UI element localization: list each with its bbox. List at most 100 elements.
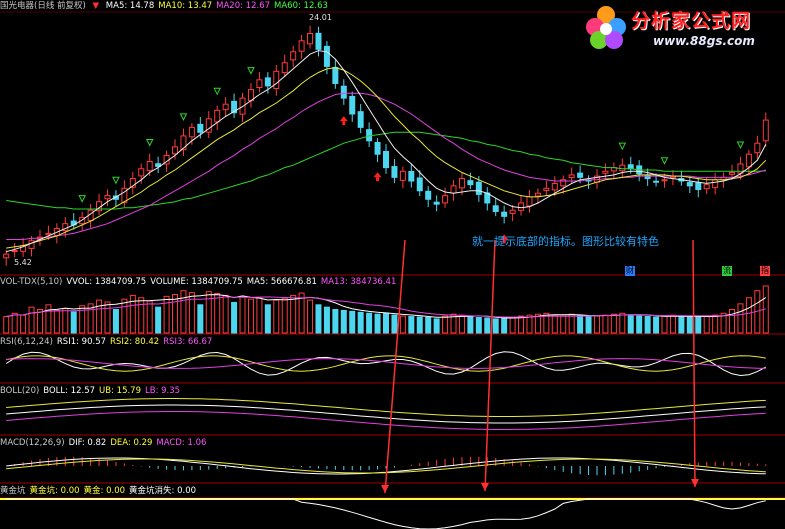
volume-bar (163, 295, 170, 334)
boll-legend-item: UB: 15.79 (99, 386, 141, 396)
volume-bar (28, 306, 35, 334)
candle-body (290, 51, 297, 61)
volume-bar (222, 294, 229, 334)
rsi-legend-item: RSI(6,12,24) (0, 337, 53, 347)
sell-arrow-stem (342, 121, 346, 126)
badge-flow-label: 流 (723, 266, 731, 275)
macd-legend-item: MACD: 1.06 (156, 438, 207, 448)
volume-bar (197, 304, 204, 334)
buy-arrow-icon (618, 142, 627, 151)
flower-logo-icon (586, 6, 626, 49)
candle-body (374, 141, 381, 155)
candle-body (383, 150, 389, 169)
candle-body (577, 172, 584, 178)
volume-bar (112, 309, 119, 334)
volume-bar (408, 316, 415, 334)
annotation-text: 就一提示底部的指标。图形比较有特色 (472, 235, 659, 248)
candle-body (551, 182, 558, 191)
volume-bar (256, 296, 263, 334)
badge-index-label: 指 (761, 266, 769, 275)
volume-bar (442, 315, 449, 334)
candle-body (695, 182, 702, 191)
volume-bar (214, 293, 221, 334)
chart-canvas[interactable] (0, 0, 785, 529)
candle-body (653, 180, 660, 183)
volume-bar (669, 314, 676, 334)
candle-body (526, 196, 533, 207)
volume-bar (518, 315, 525, 334)
volume-legend: VOL-TDX(5,10) VVOL: 1384709.75 VOLUME: 138… (0, 277, 400, 287)
volume-bar (188, 292, 195, 334)
volume-panel-header: VOL-TDX(5,10) VVOL: 1384709.75 VOLUME: 138… (0, 276, 404, 288)
buy-arrow-icon (179, 113, 188, 122)
candle-body (315, 32, 322, 50)
candle-body (188, 126, 195, 138)
candle-body (357, 111, 364, 128)
volume-bar (290, 294, 297, 334)
candle-body (686, 182, 693, 187)
boll-legend: BOLL(20) BOLL: 12.57 UB: 15.79 LB: 9.35 (0, 386, 184, 396)
chart-title: 国光电器(日线 前复权) (0, 1, 86, 11)
rsi-legend-item: RSI3: 66.67 (163, 337, 213, 347)
macd-panel-header: MACD(12,26,9) DIF: 0.82 DEA: 0.29 MACD: 1.0… (0, 437, 214, 449)
volume-bar (323, 306, 330, 334)
down-arrow-icon: ▼ (92, 1, 100, 11)
volume-bar (298, 292, 305, 334)
volume-bar (155, 306, 162, 334)
volume-legend-item: VOL-TDX(5,10) (0, 277, 63, 287)
candle-body (332, 66, 339, 84)
candle-body (138, 168, 145, 177)
volume-bar (737, 303, 744, 334)
candle-body (323, 45, 330, 67)
candle-body (340, 85, 347, 99)
candle-body (197, 123, 204, 133)
volume-bar (205, 291, 212, 334)
volume-bar (62, 308, 69, 334)
macd-legend-item: DEA: 0.29 (110, 438, 153, 448)
annotation-arrowhead (381, 485, 389, 493)
volume-legend-item: VOLUME: 1384709.75 (150, 277, 243, 287)
site-logo[interactable]: 分析家公式网 www.88gs.com (583, 4, 783, 54)
boll-lb-line (6, 411, 766, 430)
volume-bar (104, 301, 111, 334)
volume-bar (273, 299, 280, 334)
candle-body (703, 184, 710, 190)
main-panel-header: 国光电器(日线 前复权) ▼ MA5: 14.78 MA10: 13.47 MA20… (0, 0, 336, 12)
volume-bar (231, 301, 238, 334)
badge-finance[interactable]: 财 (625, 266, 635, 276)
boll-legend-item: LB: 9.35 (145, 386, 181, 396)
candle-body (349, 95, 356, 115)
volume-bar (357, 311, 364, 334)
candle-body (264, 77, 271, 87)
boll-mid-line (6, 404, 766, 424)
candle-body (45, 232, 52, 236)
volume-bar (315, 304, 322, 334)
candle-body (408, 171, 415, 182)
volume-bar (501, 317, 508, 334)
candle-body (661, 179, 668, 182)
candle-body (602, 170, 609, 174)
boll-legend-item: BOLL(20) (0, 386, 40, 396)
volume-legend-item: MA13: 384736.41 (320, 277, 397, 287)
pit-legend: 黄金坑 黄金坑: 0.00 黄金: 0.00 黄金坑消失: 0.00 (0, 486, 200, 496)
candle-body (568, 174, 575, 179)
annotation-arrow (692, 239, 696, 488)
badge-index[interactable]: 指 (760, 266, 770, 276)
volume-bar (20, 314, 27, 334)
volume-bar (399, 315, 406, 334)
volume-bar (11, 312, 18, 334)
boll-panel-header: BOLL(20) BOLL: 12.57 UB: 15.79 LB: 9.35 (0, 385, 188, 397)
volume-bar (70, 311, 77, 334)
candle-body (146, 161, 153, 172)
candle-body (745, 153, 752, 168)
main-legend-item: MA60: 12.63 (274, 1, 328, 11)
candle-body (416, 177, 423, 192)
badge-flow[interactable]: 流 (722, 266, 732, 276)
candle-body (3, 253, 10, 259)
candle-body (501, 211, 508, 217)
volume-bar (627, 314, 634, 334)
boll-legend-item: BOLL: 12.57 (43, 386, 96, 396)
buy-arrow-icon (112, 176, 120, 185)
pit-legend-item: 黄金坑 (0, 486, 26, 496)
high-price-label: 24.01 (309, 13, 332, 22)
